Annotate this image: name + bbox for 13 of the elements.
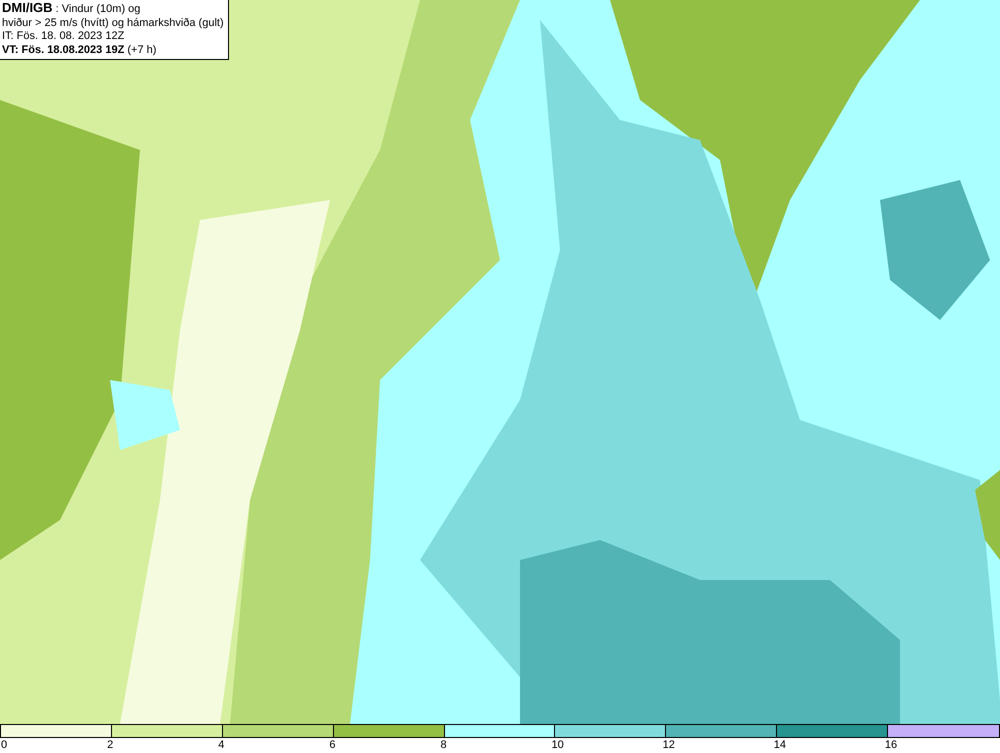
caption-line: hviður > 25 m/s (hvítt) og hámarkshviða (gult)	[2, 16, 224, 30]
scale-label: 4	[218, 738, 224, 753]
scale-label: 0	[1, 738, 8, 753]
caption-line: IT: Fös. 18. 08. 2023 12Z	[2, 30, 126, 44]
scale-label: 2	[107, 738, 114, 753]
caption-line: DMI/IGB : Vindur (10m) og	[2, 1, 142, 16]
scale-label: 6	[329, 738, 336, 753]
scale-label: 14	[774, 738, 786, 753]
caption-line: VT: Fös. 18.08.2023 19Z (+7 h)	[2, 44, 158, 57]
scale-label: 12	[662, 738, 675, 753]
scale-label: 10	[552, 738, 564, 753]
scale-label: 8	[440, 738, 447, 753]
scale-label: 16	[884, 738, 898, 753]
